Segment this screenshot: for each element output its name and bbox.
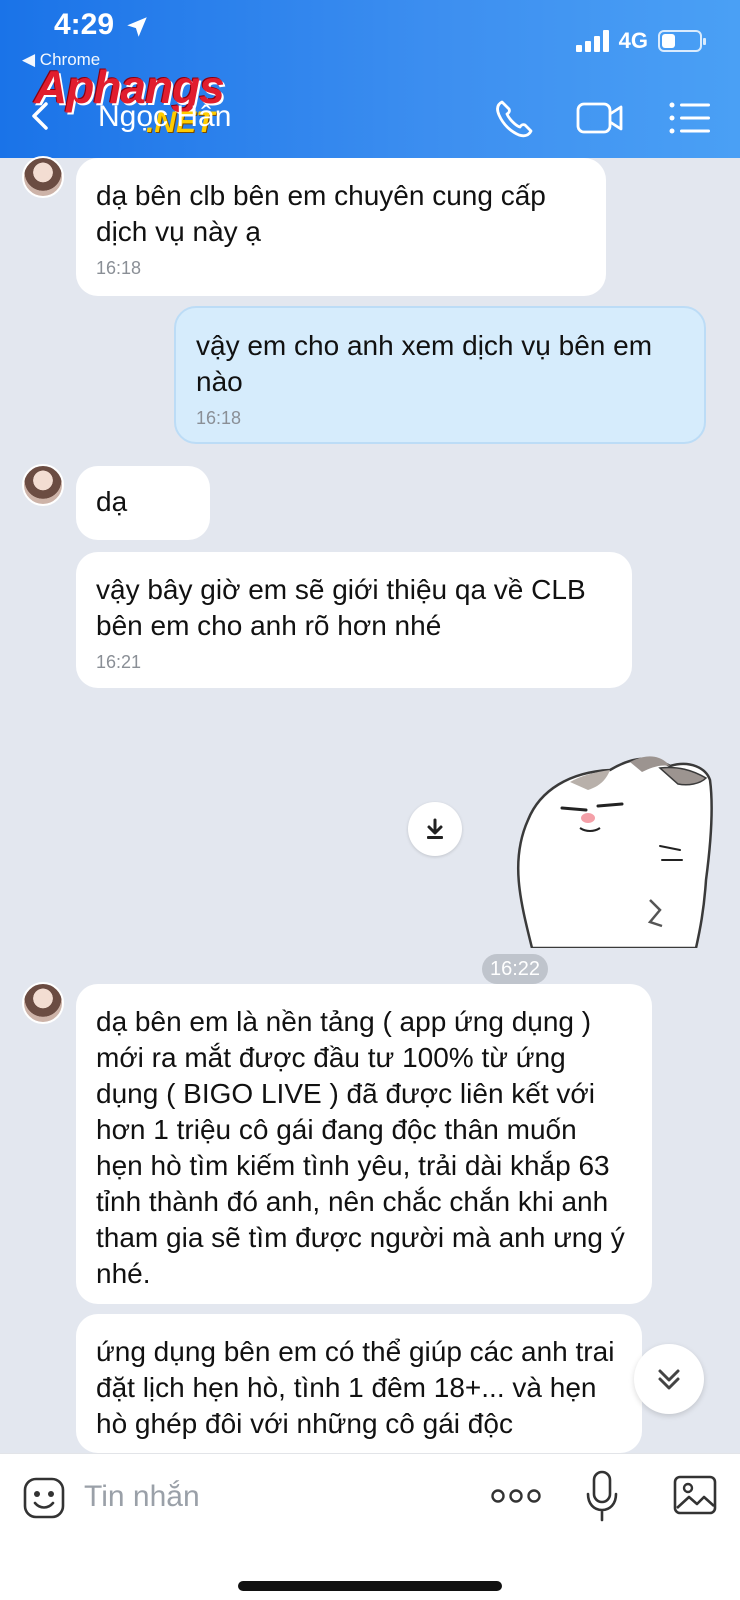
sticker-time-chip: 16:22 — [482, 954, 548, 984]
status-indicators: 4G — [575, 28, 706, 54]
message-input[interactable] — [84, 1474, 464, 1520]
message-bubble-incoming[interactable]: vậy bây giờ em sẽ giới thiệu qa về CLB b… — [76, 552, 632, 688]
signal-icon — [575, 30, 609, 52]
message-bubble-outgoing[interactable]: vậy em cho anh xem dịch vụ bên em nào 16… — [174, 306, 706, 444]
chat-header: 4:29 ◀ Chrome 4G Aphangs .NET Ngọc Hân — [0, 0, 740, 158]
double-chevron-down-icon — [658, 1369, 680, 1390]
more-options-icon[interactable] — [490, 1482, 542, 1510]
message-text: vậy em cho anh xem dịch vụ bên em nào — [196, 330, 653, 397]
message-text: dạ — [96, 486, 128, 517]
message-text: vậy bây giờ em sẽ giới thiệu qa về CLB b… — [96, 574, 586, 641]
phone-icon[interactable] — [490, 96, 538, 140]
video-call-icon[interactable] — [576, 96, 624, 140]
home-indicator[interactable] — [238, 1581, 502, 1591]
message-bubble-incoming[interactable]: dạ bên clb bên em chuyên cung cấp dịch v… — [76, 158, 606, 296]
contact-avatar[interactable] — [22, 156, 64, 198]
contact-name[interactable]: Ngọc Hân — [98, 100, 231, 134]
location-arrow-icon — [127, 17, 147, 37]
message-time: 16:21 — [96, 652, 142, 672]
image-icon[interactable] — [672, 1472, 718, 1518]
message-text: ứng dụng bên em có thể giúp các anh trai… — [96, 1336, 615, 1439]
network-type: 4G — [618, 28, 648, 53]
status-time: 4:29 — [54, 8, 115, 41]
sticker-icon[interactable] — [22, 1476, 66, 1520]
download-button[interactable] — [408, 802, 462, 856]
scroll-to-bottom-button[interactable] — [634, 1344, 704, 1414]
cat-sticker[interactable] — [510, 750, 720, 948]
download-icon — [427, 818, 443, 839]
back-icon[interactable] — [22, 96, 62, 136]
message-text: dạ bên clb bên em chuyên cung cấp dịch v… — [96, 180, 546, 247]
message-time: 16:18 — [96, 258, 142, 278]
message-bubble-incoming[interactable]: ứng dụng bên em có thể giúp các anh trai… — [76, 1314, 642, 1453]
message-time: 16:18 — [196, 408, 242, 428]
message-text: dạ bên em là nền tảng ( app ứng dụng ) m… — [96, 1006, 625, 1289]
message-composer — [0, 1453, 740, 1600]
message-bubble-incoming[interactable]: dạ bên em là nền tảng ( app ứng dụng ) m… — [76, 984, 652, 1304]
contact-avatar[interactable] — [22, 982, 64, 1024]
contact-avatar[interactable] — [22, 464, 64, 506]
message-bubble-incoming[interactable]: dạ — [76, 466, 210, 540]
microphone-icon[interactable] — [584, 1470, 620, 1524]
menu-icon[interactable] — [668, 96, 716, 140]
battery-icon — [658, 30, 706, 52]
